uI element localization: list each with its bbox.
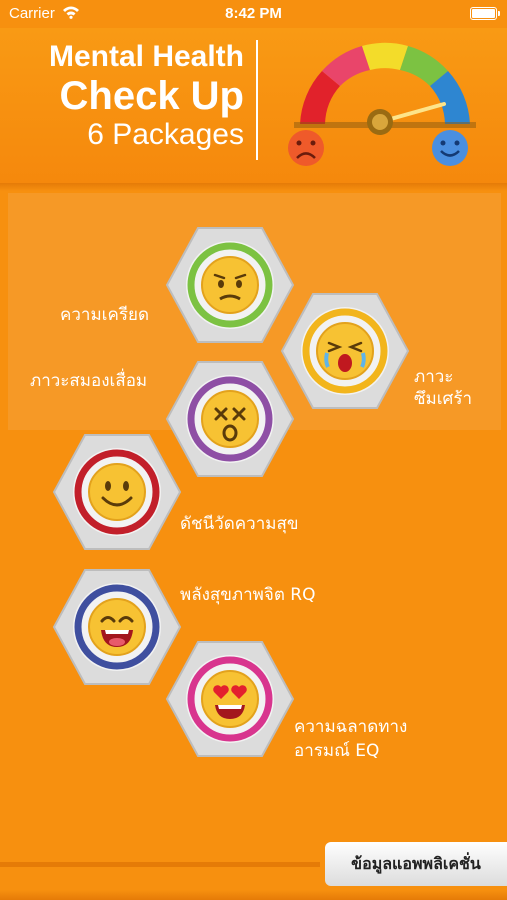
app-title: Mental Health Check Up 6 Packages (49, 40, 244, 152)
grinning-face-icon (88, 598, 146, 656)
package-stress-label[interactable]: ความเครียด (60, 304, 149, 326)
status-bar: Carrier 8:42 PM (0, 0, 507, 28)
app-info-button[interactable]: ข้อมูลแอพพลิเคชั่น (325, 842, 507, 886)
package-depression-label-line1[interactable]: ภาวะ (414, 366, 453, 388)
package-depression-label-line2[interactable]: ซึมเศร้า (414, 388, 472, 410)
title-line-1: Mental Health (48, 40, 244, 73)
package-dementia-button[interactable] (165, 360, 295, 478)
worried-face-icon (201, 256, 259, 314)
title-line-3: 6 Packages (87, 118, 244, 151)
package-eq-label-line2[interactable]: อารมณ์ EQ (294, 740, 379, 762)
header-shadow (0, 183, 507, 191)
package-eq-button[interactable] (165, 640, 295, 758)
package-rq-label[interactable]: พลังสุขภาพจิต RQ (180, 584, 315, 606)
package-happiness-button[interactable] (52, 433, 182, 551)
package-dementia-label[interactable]: ภาวะสมองเสื่อม (30, 370, 147, 392)
bottom-strip (0, 890, 507, 900)
package-happiness-label[interactable]: ดัชนีวัดความสุข (180, 513, 298, 535)
footer-line (0, 862, 320, 867)
crying-face-icon (316, 322, 374, 380)
header-divider-line (256, 40, 258, 160)
status-time: 8:42 PM (225, 5, 282, 22)
heart-eyes-face-icon (201, 670, 259, 728)
title-line-2: Check Up (59, 74, 245, 118)
dizzy-face-icon (201, 390, 259, 448)
package-eq-label-line1[interactable]: ความฉลาดทาง (294, 716, 407, 738)
package-rq-button[interactable] (52, 568, 182, 686)
package-depression-button[interactable] (280, 292, 410, 410)
package-stress-button[interactable] (165, 226, 295, 344)
mood-gauge-icon (288, 42, 476, 166)
battery-icon (470, 7, 500, 20)
smiling-face-icon (88, 463, 146, 521)
